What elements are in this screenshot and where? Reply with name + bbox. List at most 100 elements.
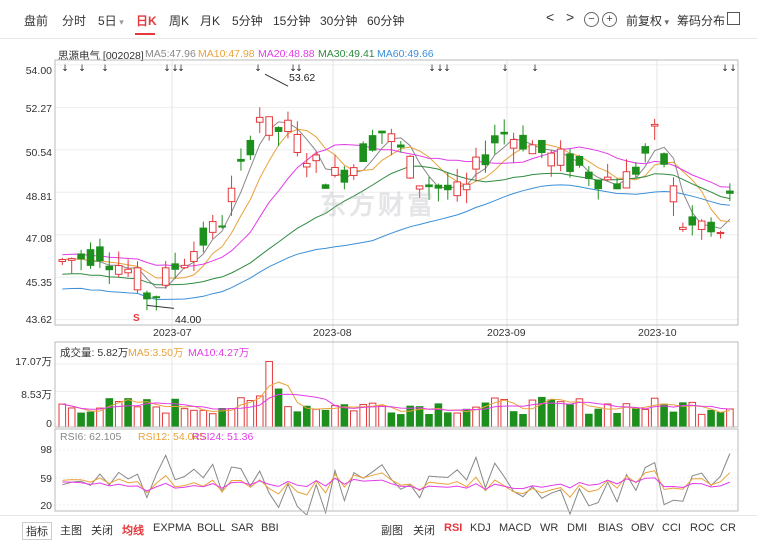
candle-body (331, 166, 339, 176)
volume-bar (406, 405, 414, 428)
candle-body (293, 133, 302, 153)
volume-bar (67, 407, 76, 428)
vol-ma10-label: MA10:4.27万 (188, 347, 250, 359)
main-chart-button[interactable]: 主图 (60, 522, 82, 538)
volume-bar (227, 408, 236, 428)
bias-button[interactable]: BIAS (598, 522, 623, 534)
cci-button[interactable]: CCI (662, 522, 681, 534)
candle-body (650, 123, 659, 127)
volume-bar (716, 411, 725, 428)
low-pointer (146, 304, 175, 309)
volume-bar (566, 404, 574, 428)
volume-bar (152, 406, 161, 428)
macd-button[interactable]: MACD (499, 522, 531, 534)
candle-body (96, 246, 104, 262)
rsi24-label: RSI24: 51.36 (192, 431, 254, 443)
volume-label: 成交量: 5.82万 (60, 347, 129, 359)
candle-body (519, 134, 527, 150)
vol-ma5-label: MA5:3.50万 (128, 347, 184, 359)
candle-body (218, 225, 226, 228)
volume-tick: 0 (46, 418, 52, 430)
volume-bar (434, 403, 443, 428)
bbi-button[interactable]: BBI (261, 522, 279, 534)
expma-button[interactable]: EXPMA (153, 522, 192, 534)
volume-bar (302, 405, 311, 428)
volume-bar (58, 403, 67, 428)
candle-body (349, 167, 358, 176)
signal-marker-icon: ↓ (101, 64, 109, 74)
volume-bar (650, 397, 659, 428)
candle-body (528, 144, 537, 155)
volume-bar (726, 408, 734, 428)
volume-bar (114, 401, 123, 428)
candle-body (246, 139, 255, 156)
volume-tick: 17.07万 (15, 356, 52, 368)
candle-body (594, 179, 603, 190)
candle-body (547, 152, 556, 167)
volume-bar (632, 407, 640, 428)
volume-bar (669, 411, 678, 428)
ma-button[interactable]: 均线 (122, 522, 144, 538)
volume-bar (397, 414, 405, 428)
candle-body (613, 183, 621, 190)
volume-bar (293, 411, 302, 428)
candle-body (171, 263, 179, 270)
candle-body (538, 139, 546, 153)
signal-marker-icon: ↓ (501, 64, 509, 74)
volume-bar (613, 412, 621, 428)
volume-bar (519, 414, 527, 428)
volume-bar (284, 406, 292, 428)
volume-bar (124, 398, 132, 428)
volume-bar (180, 408, 189, 428)
candle-body (462, 183, 471, 191)
signal-marker-icon: ↓ (729, 64, 737, 74)
volume-bar (86, 411, 95, 428)
candle-body (660, 153, 668, 165)
candle-body (312, 154, 320, 162)
candle-body (67, 258, 76, 261)
roc-button[interactable]: ROC (690, 522, 714, 534)
date-tick: 2023-08 (313, 327, 352, 339)
obv-button[interactable]: OBV (631, 522, 654, 534)
volume-bar (603, 403, 612, 428)
rsi-button[interactable]: RSI (444, 522, 462, 534)
volume-bar (453, 412, 461, 428)
volume-bar (660, 403, 668, 428)
volume-bar (237, 397, 245, 428)
kdj-button[interactable]: KDJ (470, 522, 491, 534)
candle-body (359, 143, 367, 162)
rsi6-label: RSI6: 62.105 (60, 431, 122, 443)
sub-chart-button[interactable]: 副图 (381, 522, 403, 538)
candle-body (208, 221, 217, 233)
rsi-tick: 59 (40, 473, 52, 485)
indicator-button[interactable]: 指标 (22, 522, 52, 540)
candle-body (453, 181, 461, 197)
low-price-label: 44.00 (175, 314, 202, 326)
signal-marker-icon: ↓ (61, 64, 69, 74)
signal-marker-icon: ↓ (78, 64, 86, 74)
volume-bar (585, 413, 593, 428)
candle-body (114, 265, 123, 275)
volume-bar (697, 413, 706, 428)
rsi-tick: 98 (40, 444, 52, 456)
cr-button[interactable]: CR (720, 522, 736, 534)
boll-button[interactable]: BOLL (197, 522, 225, 534)
candle-body (143, 292, 151, 300)
volume-bar (105, 398, 114, 428)
bottom-divider (0, 515, 757, 516)
candle-body (237, 158, 245, 162)
dmi-button[interactable]: DMI (567, 522, 587, 534)
main-close-button[interactable]: 关闭 (91, 522, 113, 538)
candle-body (481, 154, 490, 166)
candle-body (152, 296, 161, 299)
volume-bar (378, 405, 386, 428)
sub-close-button[interactable]: 关闭 (413, 522, 435, 538)
candle-body (378, 130, 386, 134)
volume-bar (77, 412, 85, 428)
sar-button[interactable]: SAR (231, 522, 254, 534)
kline-chart[interactable]: ↓ ↓ ↓ ↓ ↓↓ ↓ ↓↓ ↓ ↓ ↓ ↓ ↓ ↓ ↓ (0, 0, 757, 543)
candle-body (716, 232, 725, 235)
candle-body (472, 156, 480, 170)
candle-body (397, 144, 405, 148)
wr-button[interactable]: WR (540, 522, 558, 534)
